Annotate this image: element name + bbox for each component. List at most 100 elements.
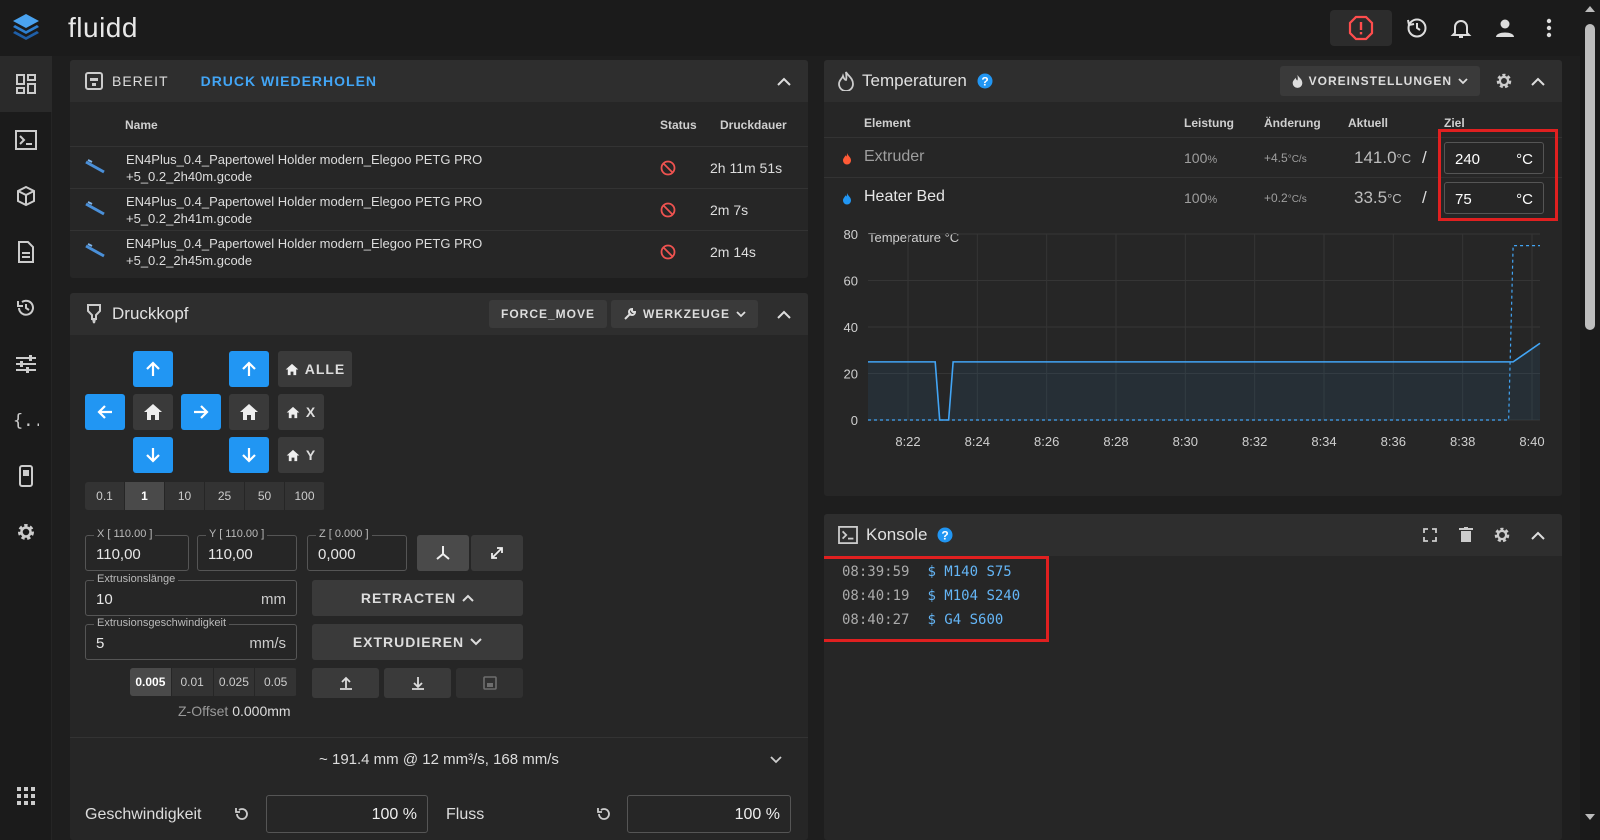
jobs-card: BEREIT DRUCK WIEDERHOLEN Name Status Dru… <box>70 60 808 278</box>
step-option[interactable]: 10 <box>165 482 205 510</box>
nav-printer[interactable] <box>0 168 52 224</box>
job-row[interactable]: EN4Plus_0.4_Papertowel Holder modern_Ele… <box>70 146 808 188</box>
flow-reset-button[interactable] <box>596 806 612 825</box>
z-offset-save-button[interactable] <box>456 668 523 698</box>
more-menu-button[interactable] <box>1530 9 1568 47</box>
restart-button[interactable] <box>1398 9 1436 47</box>
restart-icon <box>1407 18 1427 38</box>
x-tick-label: 8:28 <box>1103 434 1128 449</box>
nav-console[interactable] <box>0 112 52 168</box>
power-unit: % <box>1207 154 1218 166</box>
x-tick-label: 8:24 <box>965 434 990 449</box>
layers-icon[interactable] <box>0 0 52 56</box>
absolute-move-toggle[interactable] <box>471 535 523 571</box>
jog-z-plus-button[interactable] <box>229 351 269 387</box>
z-offset-up-button[interactable] <box>312 668 379 698</box>
reprint-button[interactable]: DRUCK WIEDERHOLEN <box>201 73 377 89</box>
nav-tune[interactable] <box>0 336 52 392</box>
home-y-button[interactable]: Y <box>278 437 324 473</box>
wrench-icon <box>624 307 637 320</box>
job-name-line1: EN4Plus_0.4_Papertowel Holder modern_Ele… <box>126 194 483 209</box>
collapse-toolhead-button[interactable] <box>774 304 794 324</box>
y-position-input[interactable]: Y [ 110.00 ] 110,00 <box>197 528 297 571</box>
step-option[interactable]: 1 <box>125 482 165 510</box>
home-z-button[interactable] <box>229 394 269 430</box>
job-row[interactable]: EN4Plus_0.4_Papertowel Holder modern_Ele… <box>70 230 808 272</box>
step-option[interactable]: 100 <box>285 482 325 510</box>
flow-label: Fluss <box>446 806 485 823</box>
step-option[interactable]: 25 <box>205 482 245 510</box>
speed-label: Geschwindigkeit <box>85 806 202 823</box>
temperature-settings-button[interactable] <box>1494 71 1514 91</box>
step-option[interactable]: 0.005 <box>130 668 172 696</box>
terminal-icon <box>838 526 858 544</box>
home-xy-button[interactable] <box>133 394 173 430</box>
jog-z-minus-button[interactable] <box>229 437 269 473</box>
flow-summary-row[interactable]: ~ 191.4 mm @ 12 mm³/s, 168 mm/s <box>70 737 808 781</box>
nav-macros[interactable]: {..} <box>0 392 52 448</box>
chart-y-label: Temperature °C <box>868 230 959 245</box>
temperature-card-header: Temperaturen ? VOREINSTELLUNGEN <box>824 60 1562 102</box>
collapse-temperature-button[interactable] <box>1528 71 1548 91</box>
relative-move-toggle[interactable] <box>417 535 469 571</box>
step-option[interactable]: 50 <box>245 482 285 510</box>
jog-x-minus-button[interactable] <box>85 394 125 430</box>
console-card: Konsole ? 08:39:59 $ M140 S75 08:40:19 $ M1… <box>824 514 1562 840</box>
job-row[interactable]: EN4Plus_0.4_Papertowel Holder modern_Ele… <box>70 188 808 230</box>
console-clear-button[interactable] <box>1456 525 1476 545</box>
retract-button[interactable]: RETRACTEN <box>312 580 523 616</box>
nav-history[interactable] <box>0 280 52 336</box>
nav-apps[interactable] <box>0 768 52 824</box>
collapse-console-button[interactable] <box>1528 525 1548 545</box>
speed-input[interactable]: 100 % <box>266 795 428 833</box>
notifications-button[interactable] <box>1442 9 1480 47</box>
emergency-stop-button[interactable] <box>1330 10 1392 46</box>
user-button[interactable] <box>1486 9 1524 47</box>
target-separator: / <box>1422 148 1427 167</box>
home-x-button[interactable]: X <box>278 394 324 430</box>
tools-menu-button[interactable]: WERKZEUGE <box>611 300 758 328</box>
console-card-header: Konsole ? <box>824 514 1562 556</box>
nav-system[interactable] <box>0 448 52 504</box>
z-offset-down-button[interactable] <box>384 668 451 698</box>
extrude-button[interactable]: EXTRUDIEREN <box>312 624 523 660</box>
step-option[interactable]: 0.01 <box>172 668 214 696</box>
x-position-input[interactable]: X [ 110.00 ] 110,00 <box>85 528 189 571</box>
page-scrollbar[interactable] <box>1580 0 1600 840</box>
step-option[interactable]: 0.05 <box>255 668 297 696</box>
extrusion-speed-value: 5 <box>96 635 105 652</box>
console-fullscreen-button[interactable] <box>1420 525 1440 545</box>
step-option[interactable]: 0.1 <box>85 482 125 510</box>
extrusion-speed-input[interactable]: Extrusionsgeschwindigkeit 5 mm/s <box>85 617 297 660</box>
z-offset-readout: Z-Offset 0.000mm <box>178 703 291 719</box>
flow-input[interactable]: 100 % <box>627 795 791 833</box>
force-move-button[interactable]: FORCE_MOVE <box>488 300 607 328</box>
nav-dashboard[interactable] <box>0 56 52 112</box>
heater-change: +0.2°C/s <box>1264 191 1307 205</box>
collapse-jobs-button[interactable] <box>774 71 794 91</box>
x-tick-label: 8:32 <box>1242 434 1267 449</box>
heater-name[interactable]: Heater Bed <box>864 188 945 206</box>
cancelled-icon <box>660 160 676 179</box>
jog-y-minus-button[interactable] <box>133 437 173 473</box>
file-gcode-icon <box>84 201 106 220</box>
extrusion-length-input[interactable]: Extrusionslänge 10 mm <box>85 573 297 616</box>
bell-icon <box>1450 20 1472 38</box>
home-all-button[interactable]: ALLE <box>278 351 352 387</box>
scroll-thumb[interactable] <box>1585 24 1595 330</box>
x-tick-label: 8:40 <box>1519 434 1544 449</box>
z-position-input[interactable]: Z [ 0.000 ] 0,000 <box>307 528 407 571</box>
help-icon[interactable]: ? <box>977 73 993 89</box>
jog-y-plus-button[interactable] <box>133 351 173 387</box>
speed-reset-button[interactable] <box>234 806 250 825</box>
nav-jobs[interactable] <box>0 224 52 280</box>
x-tick-label: 8:34 <box>1311 434 1336 449</box>
heater-name[interactable]: Extruder <box>864 148 924 166</box>
jog-x-plus-button[interactable] <box>181 394 221 430</box>
console-settings-button[interactable] <box>1492 525 1512 545</box>
jog-step-selector: 0.1 1 10 25 50 100 <box>85 482 325 510</box>
step-option[interactable]: 0.025 <box>214 668 256 696</box>
nav-settings[interactable] <box>0 504 52 560</box>
presets-menu-button[interactable]: VOREINSTELLUNGEN <box>1279 66 1480 96</box>
help-icon[interactable]: ? <box>937 527 953 543</box>
